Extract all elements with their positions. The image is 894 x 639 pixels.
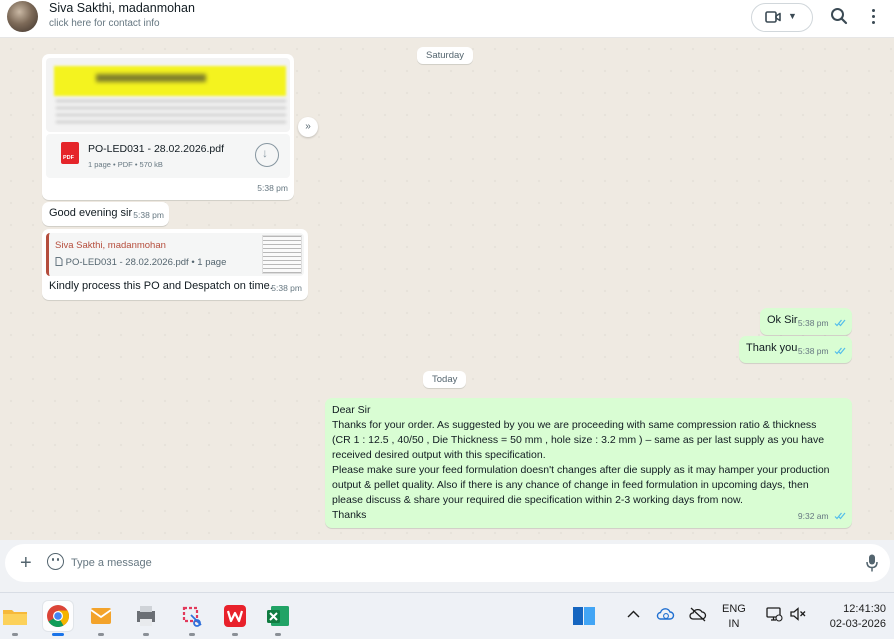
wps-office-icon[interactable] <box>220 601 250 636</box>
document-meta: 1 page • PDF • 570 kB <box>88 160 163 169</box>
message-status: 9:32 am <box>798 509 846 524</box>
forward-icon[interactable]: » <box>298 117 318 137</box>
snipping-tool-icon[interactable] <box>177 601 207 636</box>
mail-app-icon[interactable] <box>86 601 116 636</box>
message-time: 5:38 pm <box>797 346 829 356</box>
message-status: 5:38 pm <box>798 344 846 359</box>
composer: + <box>5 544 890 582</box>
video-call-button[interactable]: ▼ <box>751 3 813 32</box>
message-bubble-outgoing[interactable]: Ok Sir 5:38 pm <box>760 308 852 335</box>
chrome-icon[interactable] <box>43 601 73 636</box>
date-chip-saturday: Saturday <box>417 47 474 64</box>
document-message[interactable]: PDF PO-LED031 - 28.02.2026.pdf 1 page • … <box>42 54 294 200</box>
message-time: 5:38 pm <box>257 183 288 193</box>
message-text: Thank you <box>746 342 798 354</box>
message-bubble-outgoing[interactable]: Dear Sir Thanks for your order. As sugge… <box>325 398 852 528</box>
double-check-icon <box>834 319 846 327</box>
search-icon[interactable] <box>830 7 848 25</box>
reply-message[interactable]: Siva Sakthi, madanmohan PO-LED031 - 28.0… <box>42 229 308 300</box>
taskbar: ENG IN 12:41:30 02-03-2026 <box>0 592 894 639</box>
microphone-icon[interactable] <box>866 554 878 572</box>
chevron-up-icon[interactable] <box>627 610 640 618</box>
file-explorer-icon[interactable] <box>0 601 30 636</box>
printer-app-icon[interactable] <box>131 601 161 636</box>
widgets-icon[interactable] <box>569 601 599 631</box>
message-bubble[interactable]: Good evening sir 5:38 pm <box>42 202 169 226</box>
network-icon[interactable] <box>765 605 783 623</box>
quoted-message[interactable]: Siva Sakthi, madanmohan PO-LED031 - 28.0… <box>46 233 304 276</box>
double-check-icon <box>834 512 846 520</box>
excel-icon[interactable] <box>263 601 293 636</box>
language-indicator[interactable]: ENG IN <box>722 602 746 632</box>
message-text: Good evening sir <box>49 207 133 219</box>
download-icon[interactable] <box>255 143 279 167</box>
message-bubble-outgoing[interactable]: Thank you 5:38 pm <box>739 336 852 363</box>
contact-info-link[interactable]: click here for contact info <box>49 18 160 29</box>
quote-author: Siva Sakthi, madanmohan <box>55 240 166 251</box>
chat-title[interactable]: Siva Sakthi, madanmohan <box>49 1 195 15</box>
pdf-icon: PDF <box>61 142 79 164</box>
document-preview[interactable] <box>46 58 290 132</box>
message-text: Kindly process this PO and Despatch on t… <box>49 280 273 292</box>
onedrive-sync-icon[interactable] <box>655 606 675 622</box>
message-text: Ok Sir <box>767 314 798 326</box>
system-clock[interactable]: 12:41:30 02-03-2026 <box>818 602 886 632</box>
message-input[interactable] <box>71 553 831 573</box>
message-time: 9:32 am <box>797 511 829 521</box>
chat-header: Siva Sakthi, madanmohan click here for c… <box>0 0 894 38</box>
document-name: PO-LED031 - 28.02.2026.pdf <box>88 143 225 155</box>
video-camera-icon <box>765 11 781 23</box>
document-icon <box>55 257 63 266</box>
message-time: 5:38 pm <box>133 210 164 220</box>
menu-icon[interactable] <box>868 7 878 27</box>
message-time: 5:38 pm <box>271 283 302 293</box>
message-status: 5:38 pm <box>798 316 846 331</box>
date-chip-today: Today <box>423 371 467 388</box>
attach-plus-icon[interactable]: + <box>20 553 32 573</box>
document-card[interactable]: PDF PO-LED031 - 28.02.2026.pdf 1 page • … <box>46 134 290 178</box>
cloud-offline-icon[interactable] <box>689 606 707 622</box>
quote-thumbnail <box>262 235 302 274</box>
volume-muted-icon[interactable] <box>789 606 807 622</box>
conversation-panel[interactable]: Saturday PDF PO-LED031 - 28.02.2026.pdf … <box>0 38 894 540</box>
message-time: 5:38 pm <box>797 318 829 328</box>
chevron-down-icon: ▼ <box>788 11 797 21</box>
message-text: Dear Sir Thanks for your order. As sugge… <box>332 404 830 521</box>
quote-text: PO-LED031 - 28.02.2026.pdf • 1 page <box>55 255 226 270</box>
avatar[interactable] <box>7 1 38 32</box>
emoji-icon[interactable] <box>47 553 64 570</box>
double-check-icon <box>834 347 846 355</box>
